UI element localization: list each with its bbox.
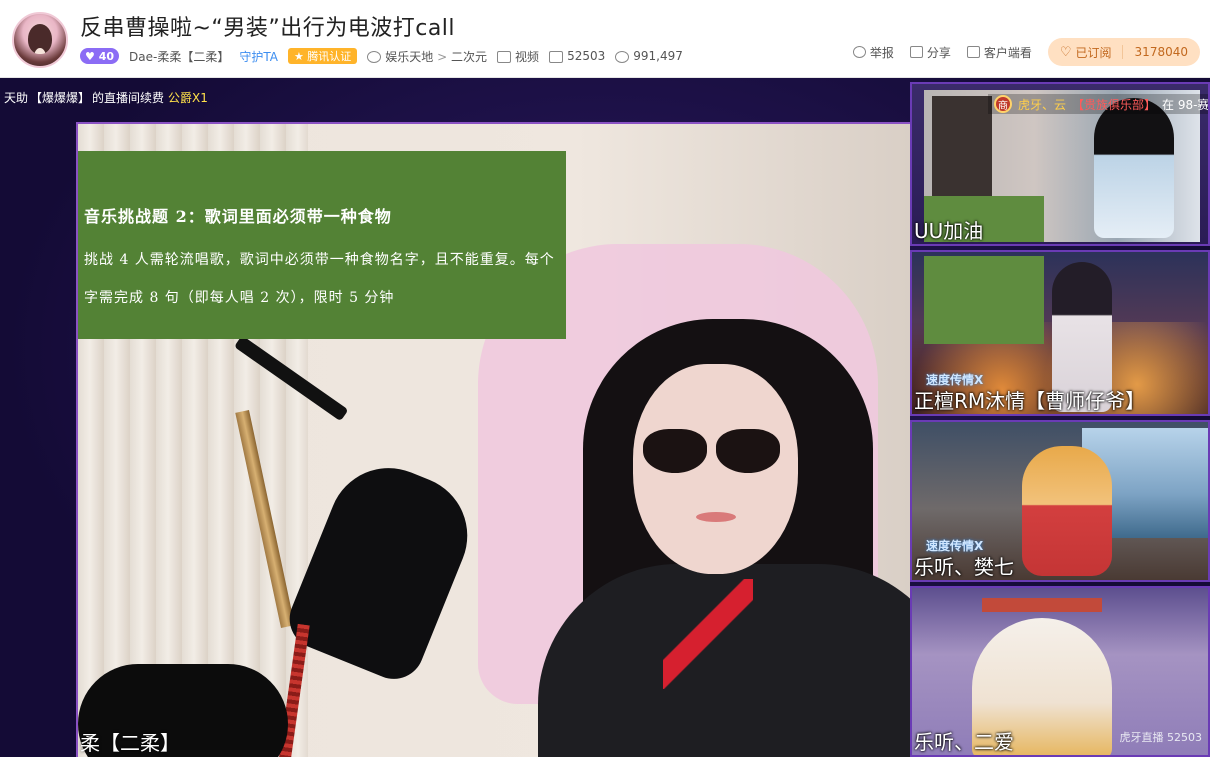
video-icon <box>497 51 512 63</box>
share-button[interactable]: 分享 <box>909 44 951 61</box>
challenge-body: 挑战 4 人需轮流唱歌，歌词中必须带一种食物名字，且不能重复。每个字需完成 8 … <box>84 252 555 306</box>
challenge-notice: 音乐挑战题 2：歌词里面必须带一种食物 挑战 4 人需轮流唱歌，歌词中必须带一种… <box>78 151 566 339</box>
main-streamer-caption: 柔【二柔】 <box>80 731 180 755</box>
alarm-icon <box>852 46 866 58</box>
ticker-middle: 的直播间续费 <box>92 90 165 105</box>
subscribe-button[interactable]: ♡ 已订阅 3178040 <box>1047 38 1200 66</box>
live-stage[interactable]: 天助 【爆爆爆】 的直播间续费 公爵X1 音乐挑战题 2：歌词里面必须带一种食物… <box>0 78 1210 757</box>
merchant-icon: 商 <box>994 95 1012 113</box>
verified-label: 腾讯认证 <box>307 50 352 63</box>
streamer-lips <box>696 512 736 522</box>
category-child[interactable]: 二次元 <box>451 50 487 64</box>
banner-user: 虎牙、云 <box>1018 97 1067 112</box>
sunglasses-left <box>643 429 707 473</box>
ticker-highlight: 【爆爆爆】 <box>30 90 91 105</box>
share-label: 分享 <box>926 45 951 60</box>
header-actions: 举报 分享 客户端看 ♡ 已订阅 3178040 <box>852 38 1200 66</box>
video-link[interactable]: 视频 <box>497 48 539 65</box>
tile3-caption: 乐听、樊七 <box>914 555 1014 579</box>
heart-icon: ♡ <box>1059 44 1072 60</box>
streamer-name[interactable]: Dae-柔柔【二柔】 <box>129 48 229 65</box>
tile4-caption: 乐听、二爱 <box>914 730 1014 754</box>
subscribe-label: 已订阅 <box>1075 45 1112 60</box>
tile1-banner: 商 虎牙、云 【贵族俱乐部】 在 98-赛 <box>988 94 1210 114</box>
tile3-shiba-avatar <box>1022 446 1112 576</box>
viewer-count-value: 991,497 <box>633 49 683 63</box>
tile1-caption: UU加油 <box>914 219 984 243</box>
side-tile-3[interactable]: 速度传情X 乐听、樊七 <box>910 420 1210 582</box>
room-icon <box>549 50 564 63</box>
room-header: 反串曹操啦~“男装”出行为电波打call ♥ 40 Dae-柔柔【二柔】 守护T… <box>0 0 1210 78</box>
main-video-feed[interactable]: 音乐挑战题 2：歌词里面必须带一种食物 挑战 4 人需轮流唱歌，歌词中必须带一种… <box>76 122 910 757</box>
side-video-column: 商 虎牙、云 【贵族俱乐部】 在 98-赛 UU加油 速度传情X 正檀RM沐情【… <box>910 78 1210 757</box>
microphone <box>280 450 486 688</box>
banner-text: 在 98-赛 <box>1162 97 1210 112</box>
user-icon <box>615 50 630 63</box>
video-label: 视频 <box>515 49 540 64</box>
tile4-torii <box>982 598 1102 612</box>
guard-link[interactable]: 守护TA <box>239 48 278 65</box>
report-button[interactable]: 举报 <box>852 44 894 61</box>
ticker-prefix: 天助 <box>4 90 29 105</box>
play-icon <box>367 51 382 63</box>
client-button[interactable]: 客户端看 <box>966 44 1032 61</box>
level-value: 40 <box>98 49 115 63</box>
sunglasses-right <box>716 429 780 473</box>
side-tile-1[interactable]: 商 虎牙、云 【贵族俱乐部】 在 98-赛 UU加油 <box>910 82 1210 246</box>
tile2-mini-notice <box>924 256 1044 344</box>
level-badge: ♥ 40 <box>80 48 120 64</box>
breadcrumb-separator: > <box>437 49 448 64</box>
banner-group: 【贵族俱乐部】 <box>1072 97 1157 112</box>
share-icon <box>909 46 923 58</box>
room-title: 反串曹操啦~“男装”出行为电波打call <box>80 16 456 41</box>
client-label: 客户端看 <box>983 45 1032 60</box>
report-label: 举报 <box>869 45 894 60</box>
side-tile-4[interactable]: 虎牙直播 52503 乐听、二爱 <box>910 586 1210 757</box>
tile2-caption: 正檀RM沐情【曹师仔爷】 <box>914 389 1146 413</box>
side-tile-2[interactable]: 速度传情X 正檀RM沐情【曹师仔爷】 <box>910 250 1210 416</box>
ticker-suffix: 公爵X1 <box>168 90 208 105</box>
monitor-icon <box>966 46 980 58</box>
viewer-count: 991,497 <box>615 49 683 63</box>
streamer-avatar[interactable] <box>12 12 68 68</box>
tile4-watermark: 虎牙直播 52503 <box>1119 731 1203 744</box>
category-parent[interactable]: 娱乐天地 <box>385 50 433 64</box>
room-meta: ♥ 40 Dae-柔柔【二柔】 守护TA ★ 腾讯认证 娱乐天地 > 二次元 视… <box>80 46 683 66</box>
room-id-value: 52503 <box>567 49 606 63</box>
robe-collar <box>663 579 753 689</box>
subscriber-count: 3178040 <box>1121 45 1200 59</box>
verified-badge: ★ 腾讯认证 <box>287 48 358 64</box>
category-breadcrumb: 娱乐天地 > 二次元 <box>367 48 487 65</box>
gift-ticker: 天助 【爆爆爆】 的直播间续费 公爵X1 <box>0 86 212 108</box>
room-id: 52503 <box>549 49 605 63</box>
subscribe-label-wrap: ♡ 已订阅 <box>1048 44 1122 61</box>
challenge-title: 音乐挑战题 2：歌词里面必须带一种食物 <box>84 207 392 226</box>
